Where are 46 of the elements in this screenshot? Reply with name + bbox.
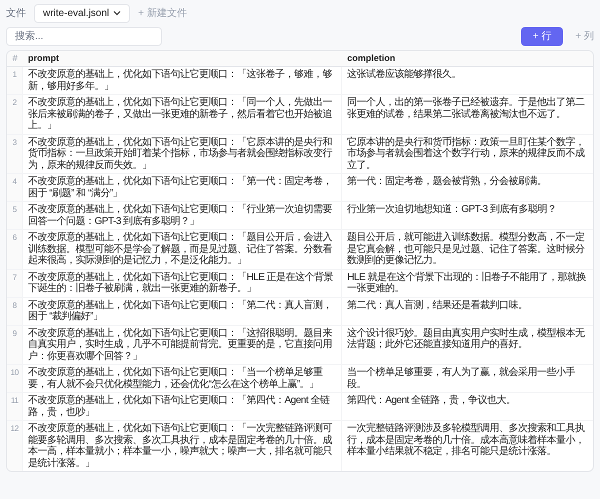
table-cell: 不改变原意的基础上，优化如下语句让它更顺口：「一次完整链路评测可能要多轮调用、多次搜索、多次工具执行，成本是固定考卷的几十倍。成本一高，样本量就小；样本量一小，噪声就大；噪声一大，排名就可能只是统计涨落。」 <box>23 421 342 471</box>
table-cell: 不改变原意的基础上，优化如下语句让它更顺口：「第四代：Agent 全链路，贵，也吵」 <box>23 393 342 420</box>
table-cell: 不改变原意的基础上，优化如下语句让它更顺口：「当一个榜单足够重要，有人就不会只优化模型能力，还会优化“怎么在这个榜单上赢”。」 <box>23 365 342 392</box>
table-cell: 不改变原意的基础上，优化如下语句让它更顺口：「HLE 正是在这个背景下诞生的：旧卷子被刷满，就出一张更难的新卷子。」 <box>23 270 342 296</box>
new-file-button[interactable]: + 新建文件 <box>138 6 187 20</box>
table-cell-text: 第二代：真人盲测，结果还是看裁判口味。 <box>346 298 529 312</box>
row-number: 8 <box>7 298 23 324</box>
row-number: 5 <box>7 202 23 229</box>
row-number: 6 <box>7 230 23 268</box>
column-header: # <box>11 52 18 65</box>
search-field[interactable]: 搜索... <box>6 26 162 46</box>
table-cell-text: 当一个榜单足够重要，有人为了赢，就会采用一些小手段。 <box>346 366 576 392</box>
chevron-down-icon <box>113 9 122 17</box>
table-cell-text: 行业第一次迫切地想知道：GPT-3 到底有多聪明？ <box>346 202 558 217</box>
table-cell-text: 这个设计很巧妙。题目由真实用户实时生成，模型根本无法背题；此外它还能直接知道用户的喜好。 <box>346 326 586 352</box>
file-label: 文件 <box>6 6 26 20</box>
row-number: 7 <box>7 270 23 296</box>
table-cell: 不改变原意的基础上，优化如下语句让它更顺口：「第一代：固定考卷，困于 “刷题” 和 “满分”」 <box>23 174 342 201</box>
add-column-button[interactable]: + 列 <box>575 28 594 44</box>
table-cell-text: 它原本讲的是央行和货币指标：政策一旦盯住某个数字，市场参与者就会围着这个数字行动，原来的规律反而不成立了。 <box>346 136 586 172</box>
add-row-button[interactable]: + 行 <box>520 26 564 46</box>
row-number: 4 <box>7 174 23 201</box>
table-cell: 不改变原意的基础上，优化如下语句让它更顺口：「同一个人，先做出一张后来被刷满的卷子，又做出一张更难的新卷子，然后看着它也开始被追上。」 <box>23 95 342 134</box>
table-cell-text: 这张试卷应该能够撑很久。 <box>346 68 462 82</box>
table-cell: 不改变原意的基础上，优化如下语句让它更顺口：「这张卷子，够难，够新，够用好多年。」 <box>23 67 342 94</box>
table-cell-text: 题目公开后，就可能进入训练数据。模型分数高，不一定是它真会解，也可能只是见过题、记住了答案。这时候分数测到的更像记忆力。 <box>346 230 586 268</box>
row-number: 3 <box>7 134 23 173</box>
table-cell: 不改变原意的基础上，优化如下语句让它更顺口：「这招很聪明。题目来自真实用户，实时生成，几乎不可能提前背完。更重要的是，它直接问用户：你更喜欢哪个回答？」 <box>23 326 342 364</box>
row-number: 1 <box>7 67 23 94</box>
row-number: 10 <box>7 365 23 392</box>
column-header: completion <box>346 52 396 65</box>
table-cell-text: 第一代：固定考卷，题会被背熟，分会被刷满。 <box>346 174 548 189</box>
row-number: 2 <box>7 95 23 134</box>
table-cell-text: 一次完整链路评测涉及多轮模型调用、多次搜索和工具执行，成本是固定考卷的几十倍。成本高意味着样本量小，样本量小结果就不稳定，排名可能只是统计涨落。 <box>346 422 586 459</box>
row-number: 11 <box>7 393 23 420</box>
file-select[interactable]: write-eval.jsonl <box>34 4 130 22</box>
table-cell: 不改变原意的基础上，优化如下语句让它更顺口：「第二代：真人盲测，困于 “裁判偏好”」 <box>23 298 342 324</box>
table-cell-text: 同一个人，出的第一张卷子已经被遗弃。于是他出了第二张更难的试卷，结果第二张试卷离被淘汰也不远了。 <box>346 96 586 122</box>
table-cell: 不改变原意的基础上，优化如下语句让它更顺口：「题目公开后，会进入训练数据。模型可能不是学会了解题，而是见过题、记住了答案。分数看起来很高，实际测到的是记忆力，不是泛化能力。」 <box>23 230 342 268</box>
table-cell: 不改变原意的基础上，优化如下语句让它更顺口：「行业第一次迫切需要回答一个问题：GPT-3 到底有多聪明？」 <box>23 202 342 229</box>
row-number: 9 <box>7 326 23 364</box>
table-cell: 不改变原意的基础上，优化如下语句让它更顺口：「它原本讲的是央行和货币指标：一旦政策开始盯着某个指标，市场参与者就会围绕指标改变行为，原来的规律反而失效。」 <box>23 134 342 173</box>
row-number: 12 <box>7 421 23 471</box>
table-cell-text: 第四代：Agent 全链路，贵，争议也大。 <box>346 394 517 408</box>
column-header: prompt <box>27 52 60 65</box>
table-cell-text: HLE 就是在这个背景下出现的：旧卷子不能用了，那就换一张更难的。 <box>346 270 587 296</box>
